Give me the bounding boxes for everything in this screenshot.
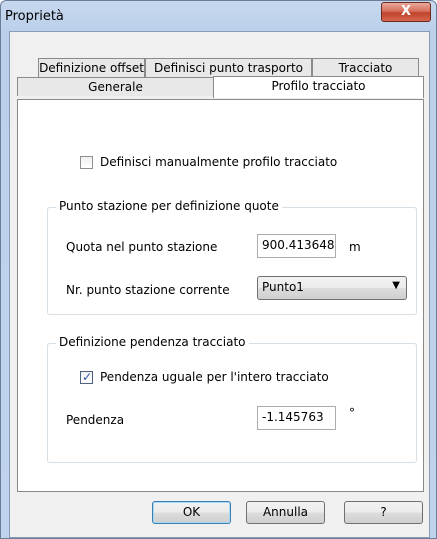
dialog-client-area: Definizione offset Definisci punto trasp… (9, 31, 430, 538)
window-title: Proprietà (5, 9, 64, 24)
tab-profilo-tracciato[interactable]: Profilo tracciato (213, 76, 424, 98)
manual-profile-label: Definisci manualmente profilo tracciato (100, 155, 338, 169)
tab-definisci-punto-trasporto[interactable]: Definisci punto trasporto (145, 58, 312, 77)
slope-unit: ° (349, 406, 355, 420)
tab-generale[interactable]: Generale (17, 77, 214, 96)
quota-label: Quota nel punto stazione (66, 240, 218, 254)
properties-dialog: Proprietà X Definizione offset Definisci… (0, 0, 437, 539)
manual-profile-checkbox[interactable] (80, 156, 93, 169)
point-select-value: Punto1 (262, 280, 304, 294)
slope-label: Pendenza (66, 413, 125, 427)
help-button[interactable]: ? (344, 501, 423, 524)
point-select[interactable]: Punto1 ▼ (257, 276, 407, 300)
quota-input[interactable]: 900.413648 (257, 234, 336, 258)
tab-tracciato[interactable]: Tracciato (312, 58, 419, 77)
cancel-button[interactable]: Annulla (246, 501, 325, 524)
point-label: Nr. punto stazione corrente (66, 283, 230, 297)
checkmark-icon: ✓ (82, 370, 93, 384)
slope-input[interactable]: -1.145763 (257, 406, 336, 430)
chevron-down-icon: ▼ (392, 280, 400, 291)
slope-group-legend: Definizione pendenza tracciato (56, 335, 249, 349)
quota-unit: m (349, 240, 361, 254)
title-bar[interactable]: Proprietà X (1, 1, 436, 31)
station-group-legend: Punto stazione per definizione quote (56, 199, 282, 213)
uniform-slope-label: Pendenza uguale per l'intero tracciato (100, 370, 329, 384)
ok-button[interactable]: OK (152, 501, 231, 524)
close-button[interactable]: X (381, 2, 431, 22)
tab-panel-profilo-tracciato: Definisci manualmente profilo tracciato … (17, 99, 424, 492)
tab-definizione-offset[interactable]: Definizione offset (38, 58, 145, 77)
uniform-slope-checkbox[interactable]: ✓ (80, 370, 93, 384)
slope-group (47, 343, 417, 463)
close-icon: X (400, 4, 412, 19)
